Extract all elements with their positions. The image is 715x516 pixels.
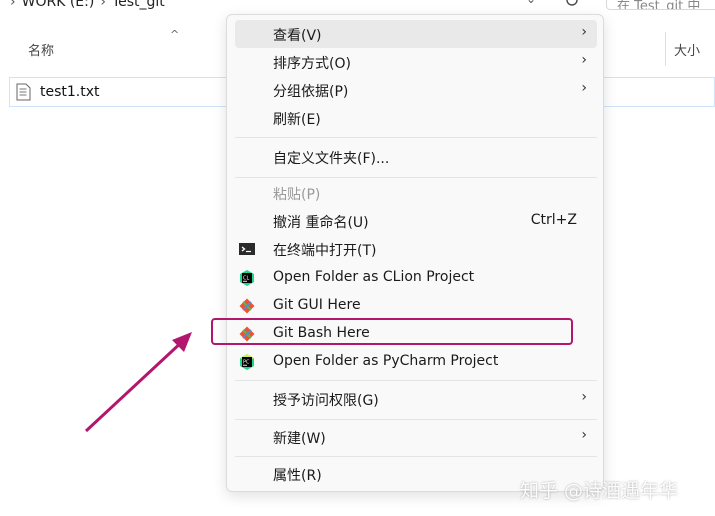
menu-item-label: 新建(W) <box>273 431 326 447</box>
menu-item-label: Git GUI Here <box>273 297 361 313</box>
breadcrumb-sep: › <box>10 0 16 10</box>
menu-item-refresh[interactable]: 刷新(E) <box>235 104 597 132</box>
chevron-right-icon: › <box>581 24 587 40</box>
refresh-icon[interactable] <box>562 0 582 10</box>
menu-separator <box>235 419 597 420</box>
chevron-right-icon: › <box>581 80 587 96</box>
menu-item-label: 刷新(E) <box>273 112 321 128</box>
git-icon <box>239 298 255 314</box>
shortcut-label: Ctrl+Z <box>530 212 577 228</box>
menu-item-open-clion[interactable]: CL Open Folder as CLion Project <box>235 264 597 292</box>
chevron-down-icon[interactable]: ⌄ <box>526 0 536 6</box>
chevron-right-icon: › <box>581 389 587 405</box>
breadcrumb-drive[interactable]: WORK (E:) <box>22 0 95 10</box>
menu-item-label: 授予访问权限(G) <box>273 393 379 409</box>
menu-item-label: 在终端中打开(T) <box>273 243 377 259</box>
menu-item-open-pycharm[interactable]: PC Open Folder as PyCharm Project <box>235 348 597 376</box>
breadcrumb: › WORK (E:) › Test_git <box>4 0 165 10</box>
watermark-text: 知乎 @诗酒遇年华 <box>520 480 679 502</box>
menu-item-sort[interactable]: 排序方式(O) › <box>235 48 597 76</box>
menu-item-undo-rename[interactable]: 撤消 重命名(U) Ctrl+Z <box>235 207 597 235</box>
menu-item-new[interactable]: 新建(W) › <box>235 423 597 451</box>
menu-item-label: 属性(R) <box>273 468 322 484</box>
svg-text:CL: CL <box>243 276 249 282</box>
context-menu: 查看(V) › 排序方式(O) › 分组依据(P) › 刷新(E) 自定义文件夹… <box>226 14 604 492</box>
menu-item-paste: 粘贴(P) <box>235 179 597 207</box>
menu-item-label: Open Folder as PyCharm Project <box>273 353 499 369</box>
breadcrumb-folder[interactable]: Test_git <box>112 0 165 10</box>
menu-item-customize-folder[interactable]: 自定义文件夹(F)... <box>235 143 597 171</box>
file-name: test1.txt <box>40 84 100 100</box>
chevron-right-icon: › <box>581 52 587 68</box>
menu-item-label: 自定义文件夹(F)... <box>273 151 390 167</box>
breadcrumb-sep: › <box>100 0 106 10</box>
address-bar: › WORK (E:) › Test_git ⌄ 在 Test_git 中 <box>0 0 715 12</box>
menu-item-label: 查看(V) <box>273 28 322 44</box>
menu-separator <box>235 380 597 381</box>
terminal-icon <box>239 243 255 255</box>
column-header-name[interactable]: 名称 <box>28 40 54 59</box>
column-header-size[interactable]: 大小 <box>674 40 700 59</box>
text-file-icon <box>16 83 31 101</box>
menu-item-grant-access[interactable]: 授予访问权限(G) › <box>235 385 597 413</box>
menu-item-label: 粘贴(P) <box>273 187 321 203</box>
menu-item-group[interactable]: 分组依据(P) › <box>235 76 597 104</box>
clion-icon: CL <box>240 270 254 286</box>
menu-item-view[interactable]: 查看(V) › <box>235 20 597 48</box>
menu-separator <box>235 177 597 178</box>
highlight-box <box>211 318 573 345</box>
sort-up-icon: ^ <box>170 28 180 41</box>
menu-item-label: 撤消 重命名(U) <box>273 215 369 231</box>
menu-item-open-terminal[interactable]: 在终端中打开(T) <box>235 235 597 263</box>
chevron-right-icon: › <box>581 427 587 443</box>
menu-separator <box>235 137 597 138</box>
column-divider[interactable] <box>665 32 666 66</box>
menu-item-label: Open Folder as CLion Project <box>273 269 475 285</box>
pycharm-icon: PC <box>240 354 254 370</box>
menu-separator <box>235 456 597 457</box>
search-input[interactable]: 在 Test_git 中 <box>606 0 715 10</box>
menu-item-label: 分组依据(P) <box>273 84 349 100</box>
svg-text:PC: PC <box>243 360 250 366</box>
menu-item-git-gui[interactable]: Git GUI Here <box>235 292 597 320</box>
menu-item-label: 排序方式(O) <box>273 56 351 72</box>
